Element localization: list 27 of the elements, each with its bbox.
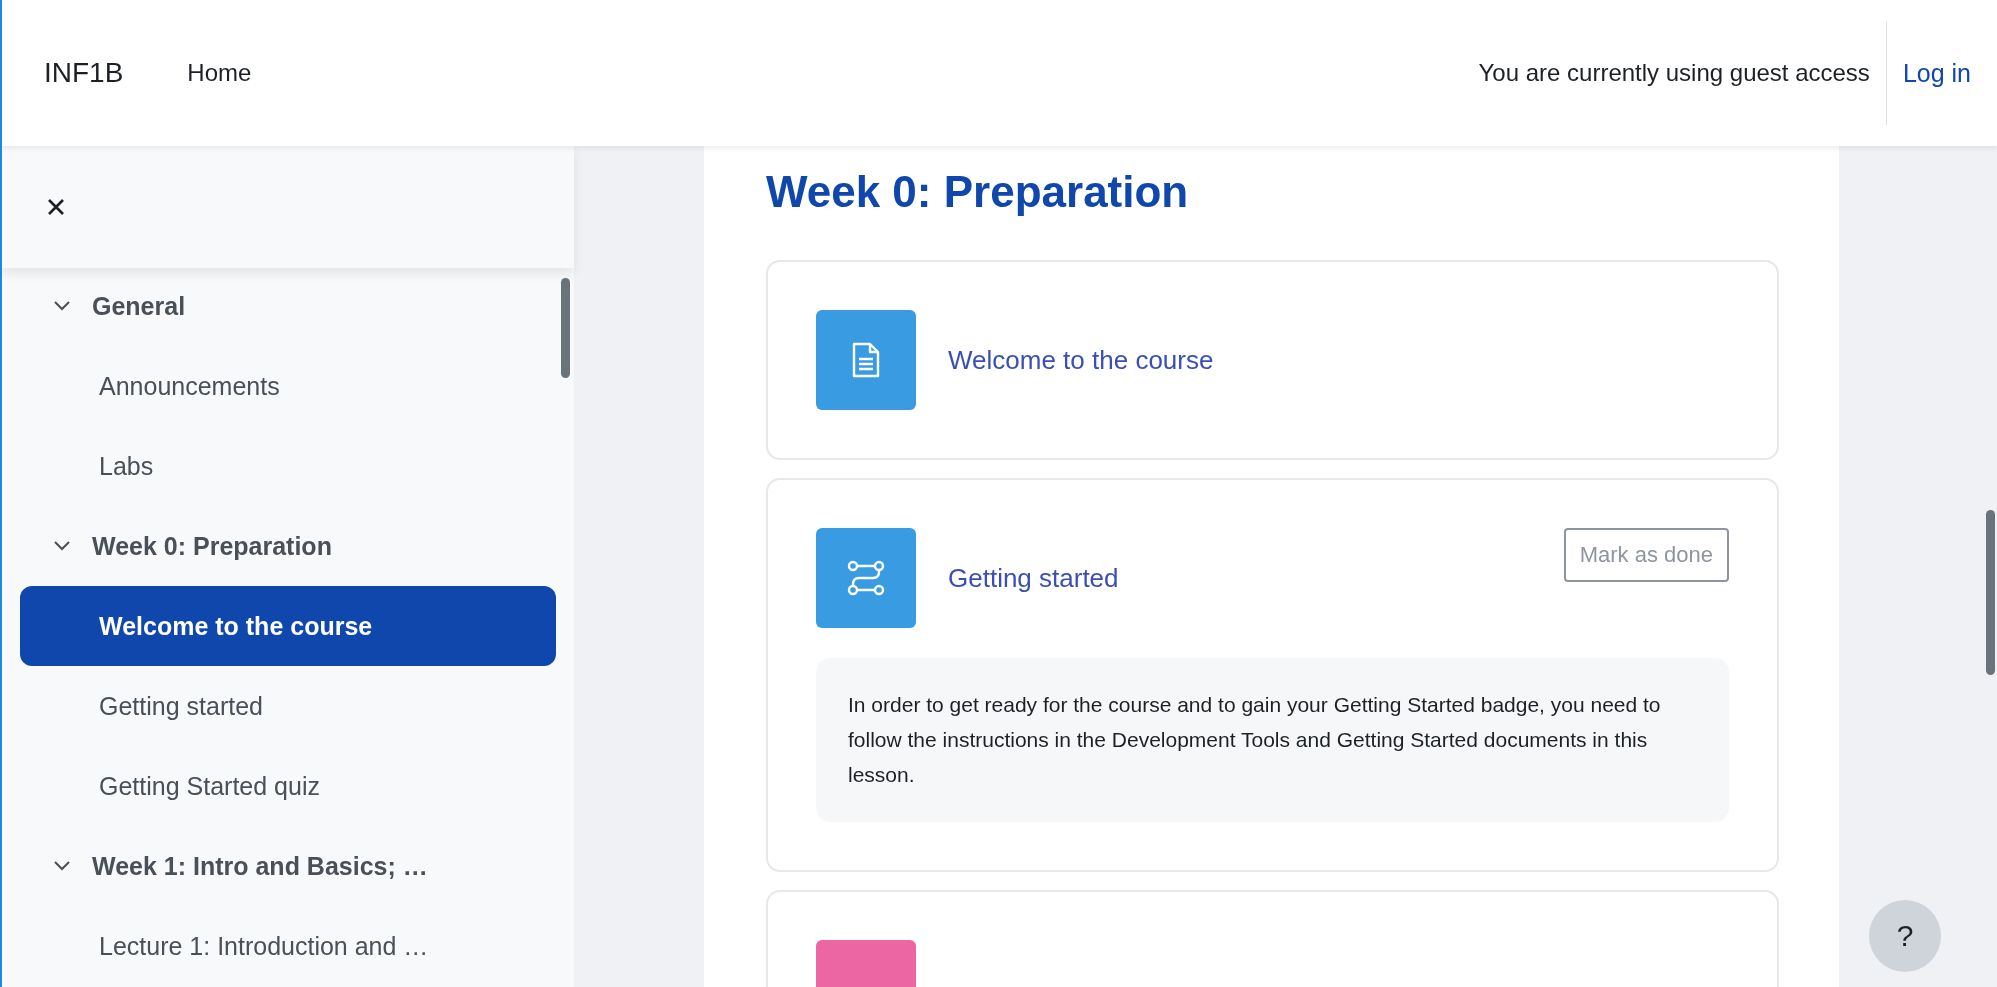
section-toggle[interactable]: Week 0: Preparation xyxy=(20,506,556,586)
section-toggle[interactable]: Week 1: Intro and Basics; … xyxy=(20,826,556,906)
activity-link[interactable]: Welcome to the course xyxy=(948,344,1214,376)
course-index-item[interactable]: Lecture 1: Introduction and … xyxy=(20,906,556,986)
help-button[interactable]: ? xyxy=(1869,900,1941,972)
close-icon xyxy=(46,197,66,217)
section-toggle[interactable]: General xyxy=(20,266,556,346)
scrollbar-thumb[interactable] xyxy=(561,278,570,378)
chevron-icon xyxy=(54,541,70,551)
course-index-item[interactable]: Getting Started quiz xyxy=(20,746,556,826)
section-title: General xyxy=(92,291,186,321)
course-index-item[interactable]: Announcements xyxy=(20,346,556,426)
chevron-icon xyxy=(54,301,70,311)
activity-description: In order to get ready for the course and to gain your Getting Started badge, you need to follow the instructions in the Development Tools and Getting Started documents in this lesson. xyxy=(816,658,1729,823)
course-index-item[interactable]: Labs xyxy=(20,426,556,506)
section-title: Week 1: Intro and Basics; … xyxy=(92,851,428,881)
home-link[interactable]: Home xyxy=(187,59,252,87)
section-heading: Week 0: Preparation xyxy=(766,168,1190,217)
course-index-item[interactable]: Getting started xyxy=(20,666,556,746)
section-title: Week 0: Preparation xyxy=(92,531,332,561)
login-link[interactable]: Log in xyxy=(1886,58,1997,88)
course-index-item[interactable]: Welcome to the course xyxy=(20,586,556,666)
guest-access-notice: You are currently using guest access xyxy=(1478,21,1887,125)
chevron-icon xyxy=(54,861,70,871)
site-name[interactable]: INF1B xyxy=(44,57,124,89)
scrollbar-thumb[interactable] xyxy=(1986,510,1995,675)
activity-link[interactable]: Getting started xyxy=(948,562,1119,594)
